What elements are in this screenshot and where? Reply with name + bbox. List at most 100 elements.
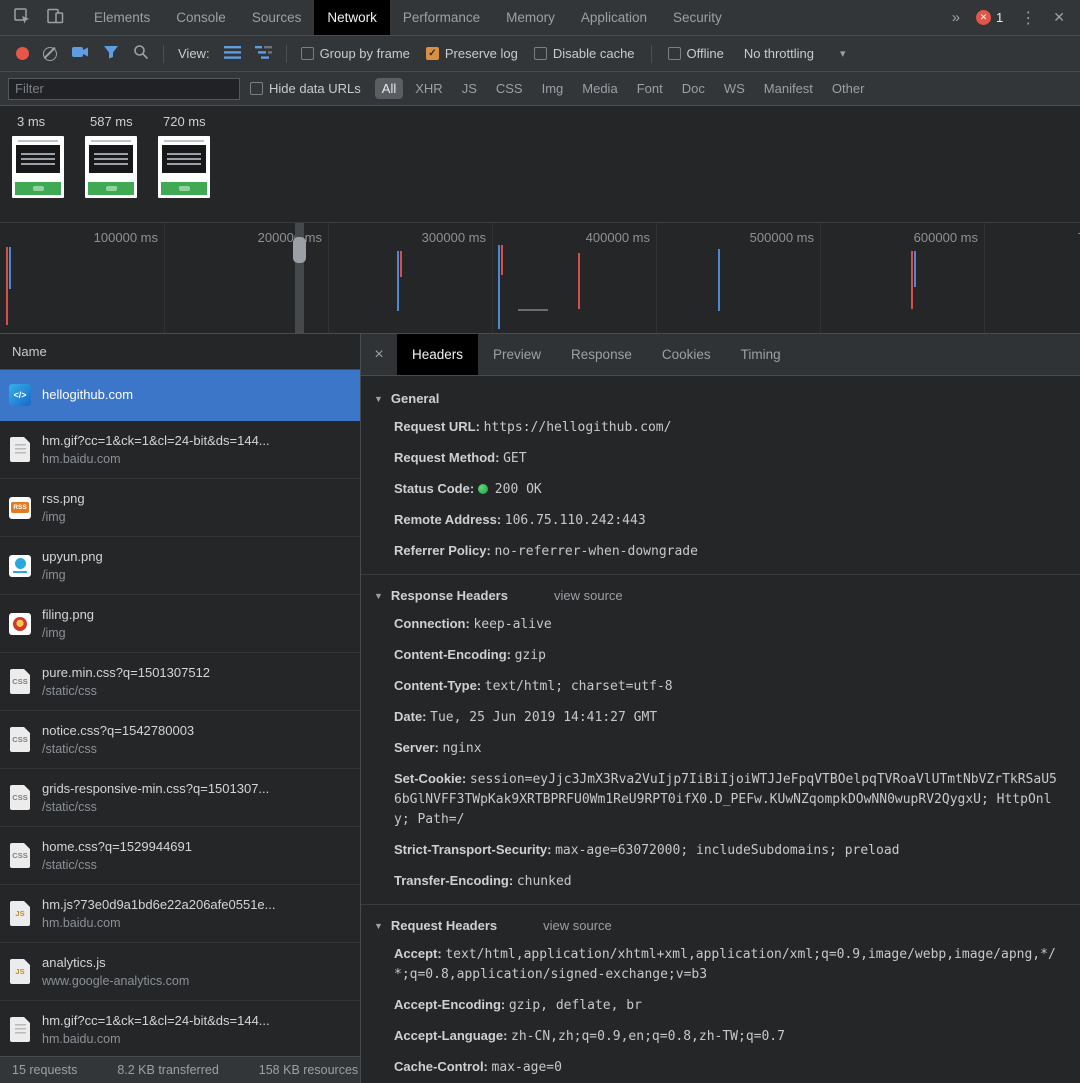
section-header[interactable]: ▼Response Headersview source xyxy=(361,579,1080,614)
more-tabs-icon[interactable]: » xyxy=(952,9,959,26)
checkbox-box[interactable] xyxy=(250,82,263,95)
name-column-header[interactable]: Name xyxy=(0,334,360,370)
filter-pill-doc[interactable]: Doc xyxy=(675,78,712,99)
resource-icon-site: </> xyxy=(8,384,32,406)
filmstrip-frame[interactable]: 587 ms xyxy=(85,114,137,198)
request-row[interactable]: JShm.js?73e0d9a1bd6e22a206afe0551e...hm.… xyxy=(0,885,360,943)
filter-pill-js[interactable]: JS xyxy=(455,78,484,99)
tab-console[interactable]: Console xyxy=(163,0,239,35)
capture-screenshots-icon[interactable] xyxy=(71,45,89,62)
filmstrip-thumbnail[interactable] xyxy=(85,136,137,198)
checkbox-group-by-frame[interactable]: Group by frame xyxy=(301,46,410,61)
timeline-activity-mark xyxy=(911,251,913,309)
detail-tab-response[interactable]: Response xyxy=(556,334,647,375)
checkbox-preserve-log[interactable]: ✓Preserve log xyxy=(426,46,518,61)
timeline-scrubber-handle[interactable] xyxy=(293,237,306,263)
detail-tab-preview[interactable]: Preview xyxy=(478,334,556,375)
network-filter-input[interactable] xyxy=(8,78,240,100)
request-row[interactable]: JSanalytics.jswww.google-analytics.com xyxy=(0,943,360,1001)
tab-application[interactable]: Application xyxy=(568,0,660,35)
header-value: max-age=0 xyxy=(492,1060,562,1075)
checkbox-hide-data-urls[interactable]: Hide data URLs xyxy=(250,81,361,96)
filter-pill-media[interactable]: Media xyxy=(575,78,624,99)
checkbox-box[interactable] xyxy=(301,47,314,60)
timeline-label: 200000 ms xyxy=(258,230,322,245)
request-name: filing.png xyxy=(42,607,94,623)
device-toolbar-icon[interactable] xyxy=(45,6,65,29)
timeline-activity-mark xyxy=(6,247,8,325)
filmstrip-frame[interactable]: 720 ms xyxy=(158,114,210,198)
request-name: notice.css?q=1542780003 xyxy=(42,723,194,739)
tab-sources[interactable]: Sources xyxy=(239,0,315,35)
request-row[interactable]: CSShome.css?q=1529944691/static/css xyxy=(0,827,360,885)
header-value: keep-alive xyxy=(473,617,551,632)
request-row[interactable]: CSSpure.min.css?q=1501307512/static/css xyxy=(0,653,360,711)
site-favicon: </> xyxy=(9,384,31,406)
header-value: https://hellogithub.com/ xyxy=(484,420,672,435)
filmstrip-thumbnail[interactable] xyxy=(12,136,64,198)
filter-pill-xhr[interactable]: XHR xyxy=(408,78,449,99)
request-row[interactable]: </>hellogithub.com xyxy=(0,370,360,421)
request-row[interactable]: hm.gif?cc=1&ck=1&cl=24-bit&ds=144...hm.b… xyxy=(0,1001,360,1056)
request-name: hm.gif?cc=1&ck=1&cl=24-bit&ds=144... xyxy=(42,433,270,449)
view-source-link[interactable]: view source xyxy=(554,588,623,603)
record-network-log-button[interactable] xyxy=(16,47,29,60)
checkbox-box[interactable] xyxy=(534,47,547,60)
checkbox-box[interactable]: ✓ xyxy=(426,47,439,60)
clear-network-log-button[interactable] xyxy=(43,47,57,61)
header-entry: Strict-Transport-Security: max-age=63072… xyxy=(394,840,1064,860)
inspect-element-icon[interactable] xyxy=(12,6,32,29)
detail-tab-headers[interactable]: Headers xyxy=(397,334,478,375)
tab-security[interactable]: Security xyxy=(660,0,735,35)
devtools-menu-icon[interactable]: ⋮ xyxy=(1020,8,1036,28)
tab-memory[interactable]: Memory xyxy=(493,0,568,35)
section-header[interactable]: ▼Request Headersview source xyxy=(361,909,1080,944)
show-overview-icon[interactable] xyxy=(255,46,272,62)
filter-pill-css[interactable]: CSS xyxy=(489,78,530,99)
throttling-select[interactable]: No throttling ▾ xyxy=(744,46,846,61)
header-value: text/html; charset=utf-8 xyxy=(485,679,673,694)
header-entry: Content-Type: text/html; charset=utf-8 xyxy=(394,676,1064,696)
filmstrip-thumbnail[interactable] xyxy=(158,136,210,198)
disclosure-triangle-icon[interactable]: ▼ xyxy=(374,921,383,931)
request-row[interactable]: CSSgrids-responsive-min.css?q=1501307...… xyxy=(0,769,360,827)
request-row[interactable]: upyun.png/img xyxy=(0,537,360,595)
timeline-overview[interactable]: 100000 ms200000 ms300000 ms400000 ms5000… xyxy=(0,222,1080,334)
section-header[interactable]: ▼General xyxy=(361,382,1080,417)
checkbox-offline[interactable]: Offline xyxy=(668,46,724,61)
filter-pill-img[interactable]: Img xyxy=(535,78,571,99)
disclosure-triangle-icon[interactable]: ▼ xyxy=(374,591,383,601)
request-row[interactable]: hm.gif?cc=1&ck=1&cl=24-bit&ds=144...hm.b… xyxy=(0,421,360,479)
filter-pill-ws[interactable]: WS xyxy=(717,78,752,99)
checkbox-disable-cache[interactable]: Disable cache xyxy=(534,46,635,61)
close-devtools-icon[interactable]: ✕ xyxy=(1053,9,1065,26)
tab-network[interactable]: Network xyxy=(314,0,390,35)
network-toolbar: View: Group by frame✓Preserve logDisable… xyxy=(0,36,1080,72)
request-row[interactable]: filing.png/img xyxy=(0,595,360,653)
request-table-panel: Name </>hellogithub.comhm.gif?cc=1&ck=1&… xyxy=(0,334,361,1083)
view-source-link[interactable]: view source xyxy=(543,918,612,933)
filmstrip-frame[interactable]: 3 ms xyxy=(12,114,64,198)
request-details-panel: ×HeadersPreviewResponseCookiesTiming ▼Ge… xyxy=(361,334,1080,1083)
close-details-icon[interactable]: × xyxy=(361,334,397,375)
filter-pill-manifest[interactable]: Manifest xyxy=(757,78,820,99)
filter-pill-font[interactable]: Font xyxy=(630,78,670,99)
filter-icon[interactable] xyxy=(103,45,119,62)
filter-pill-all[interactable]: All xyxy=(375,78,403,99)
filter-pill-other[interactable]: Other xyxy=(825,78,872,99)
search-icon[interactable] xyxy=(133,44,149,63)
disclosure-triangle-icon[interactable]: ▼ xyxy=(374,394,383,404)
use-large-request-rows-icon[interactable] xyxy=(224,46,241,62)
detail-tab-timing[interactable]: Timing xyxy=(726,334,796,375)
detail-tab-cookies[interactable]: Cookies xyxy=(647,334,726,375)
tab-elements[interactable]: Elements xyxy=(81,0,163,35)
request-domain: /static/css xyxy=(42,684,210,698)
request-row[interactable]: CSSnotice.css?q=1542780003/static/css xyxy=(0,711,360,769)
request-row[interactable]: RSSrss.png/img xyxy=(0,479,360,537)
console-error-badge[interactable]: ✕ 1 xyxy=(976,10,1003,25)
checkbox-box[interactable] xyxy=(668,47,681,60)
header-value: gzip xyxy=(515,648,546,663)
request-text: upyun.png/img xyxy=(42,549,103,582)
filmstrip-time: 720 ms xyxy=(158,114,210,129)
tab-performance[interactable]: Performance xyxy=(390,0,493,35)
